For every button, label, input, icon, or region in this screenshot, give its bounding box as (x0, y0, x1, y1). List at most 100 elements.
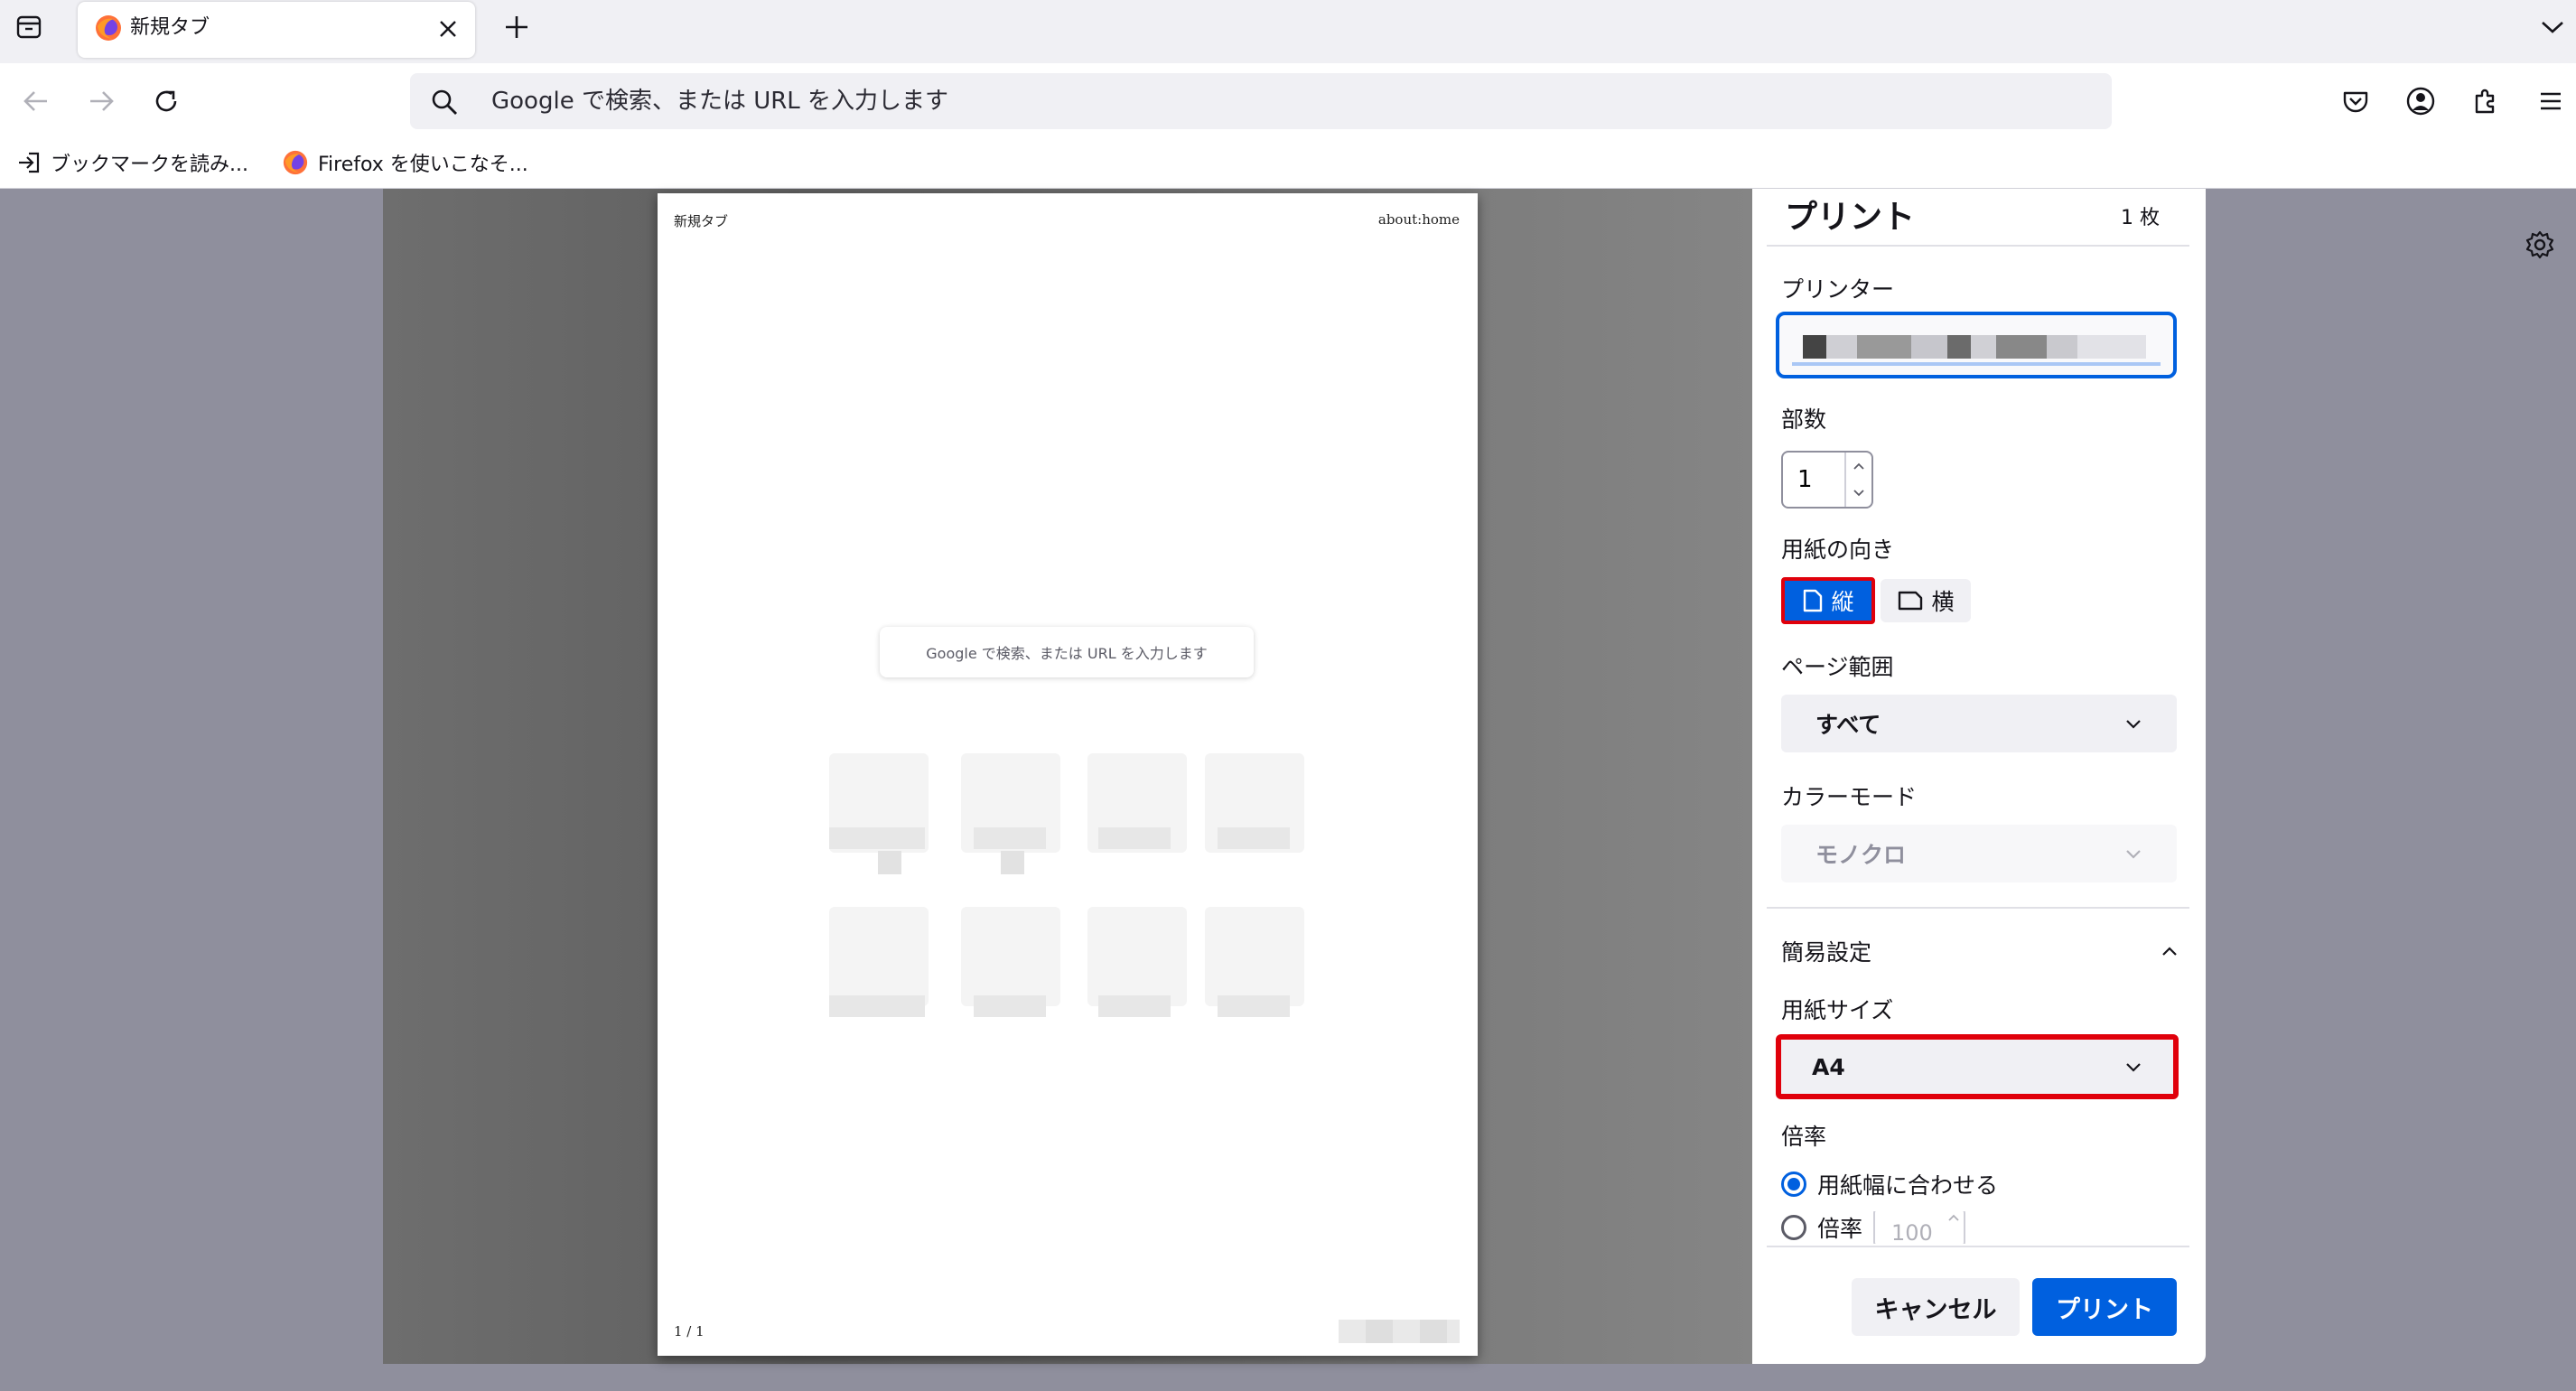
portrait-page-icon (1804, 589, 1823, 612)
app-menu-button[interactable] (2527, 78, 2574, 125)
plus-icon (506, 16, 527, 38)
print-settings-gear[interactable] (2520, 225, 2560, 265)
printer-name-redacted (1803, 335, 2146, 359)
fit-width-label: 用紙幅に合わせる (1817, 1172, 1999, 1199)
reload-button[interactable] (143, 78, 190, 125)
print-settings-panel: プリント 1 枚 プリンター 部数 用紙の向き 縦 (1752, 189, 2206, 1364)
fit-width-radio[interactable] (1781, 1172, 1806, 1197)
copies-spin-buttons[interactable] (1844, 453, 1871, 507)
color-mode-value: モノクロ (1815, 842, 1907, 868)
bookmark-label: ブックマークを読み... (51, 154, 248, 176)
bookmark-firefox-guide[interactable]: Firefox を使いこなそ... (276, 146, 534, 179)
url-input[interactable] (491, 82, 2027, 120)
print-preview-content: 新規タブ about:home Google で検索、または URL を入力しま… (0, 189, 2576, 1391)
account-button[interactable] (2397, 78, 2444, 125)
preview-search-box: Google で検索、または URL を入力します (880, 627, 1254, 677)
landscape-page-icon (1899, 591, 1923, 611)
page-header-url: about:home (1377, 211, 1460, 228)
simple-settings-toggle[interactable]: 簡易設定 (1781, 935, 2179, 967)
preview-shortcut-label (1218, 995, 1290, 1017)
preview-shortcut-label (974, 995, 1046, 1017)
page-footer-date (1339, 1320, 1460, 1343)
preview-shortcut-label (974, 827, 1046, 849)
tab-strip: 新規タブ (0, 0, 2576, 63)
page-range-label: ページ範囲 (1781, 654, 1894, 680)
arrow-left-icon (23, 91, 47, 111)
extensions-button[interactable] (2462, 78, 2509, 125)
import-icon (19, 152, 40, 173)
close-icon (440, 21, 456, 37)
divider (1767, 245, 2189, 247)
page-range-select[interactable]: すべて (1781, 695, 2177, 752)
bookmarks-toolbar: ブックマークを読み... Firefox を使いこなそ... (0, 139, 2576, 189)
page-footer-number: 1 / 1 (674, 1323, 705, 1340)
paper-size-label: 用紙サイズ (1781, 997, 1894, 1023)
preview-shortcut-detail (1001, 851, 1024, 874)
copies-label: 部数 (1781, 406, 1827, 433)
search-icon (430, 88, 459, 117)
chevron-up-icon (1948, 1214, 1959, 1221)
copies-increment-button[interactable] (1846, 453, 1871, 480)
bookmark-import[interactable]: ブックマークを読み... (11, 146, 254, 179)
tab-new-tab[interactable]: 新規タブ (78, 2, 475, 58)
portrait-label: 縦 (1831, 589, 1854, 615)
tab-close-button[interactable] (432, 13, 464, 45)
preview-shortcut-tile (829, 907, 929, 1006)
print-title: プリント (1785, 199, 1916, 236)
printer-label: プリンター (1781, 276, 1895, 303)
radio-selected-dot (1787, 1178, 1800, 1190)
paper-size-value: A4 (1812, 1053, 1845, 1080)
preview-shortcut-label (1098, 995, 1171, 1017)
print-button[interactable]: プリント (2032, 1278, 2177, 1336)
chevron-down-icon (1853, 490, 1864, 497)
custom-scale-option[interactable]: 倍率 100 (1781, 1211, 1966, 1244)
portrait-button[interactable]: 縦 (1781, 577, 1875, 624)
landscape-label: 横 (1931, 589, 1955, 615)
new-tab-button[interactable] (499, 9, 535, 45)
sheet-count: 1 枚 (2121, 207, 2160, 229)
cancel-button[interactable]: キャンセル (1852, 1278, 2020, 1336)
tab-manager-button[interactable] (11, 9, 47, 45)
chevron-up-icon (1853, 462, 1864, 470)
chevron-down-icon (2542, 22, 2563, 33)
fit-width-option[interactable]: 用紙幅に合わせる (1781, 1168, 1998, 1200)
copies-stepper[interactable] (1781, 451, 1873, 509)
preview-shortcut-label (829, 827, 925, 849)
firefox-icon (94, 14, 123, 42)
printer-focus-underline (1792, 362, 2161, 366)
preview-shortcut-detail (878, 851, 901, 874)
list-all-tabs-button[interactable] (2534, 9, 2571, 45)
simple-settings-label: 簡易設定 (1781, 939, 1872, 966)
custom-scale-radio[interactable] (1781, 1215, 1806, 1240)
puzzle-icon (2475, 89, 2495, 114)
chevron-up-icon (2162, 947, 2177, 956)
copies-decrement-button[interactable] (1846, 480, 1871, 507)
tab-title: 新規タブ (130, 16, 210, 39)
chevron-down-icon (2126, 850, 2141, 859)
copies-input[interactable] (1797, 462, 1852, 498)
arrow-right-icon (90, 91, 114, 111)
chevron-down-icon (2126, 720, 2141, 729)
preview-shortcut-label (829, 995, 925, 1017)
url-bar[interactable] (410, 73, 2112, 129)
preview-shortcut-tile (1087, 907, 1187, 1006)
color-mode-select[interactable]: モノクロ (1781, 825, 2177, 882)
preview-page: 新規タブ about:home Google で検索、または URL を入力しま… (658, 193, 1478, 1356)
forward-button[interactable] (78, 78, 125, 125)
preview-shortcut-label (1218, 827, 1290, 849)
page-header-title: 新規タブ (674, 213, 729, 229)
scale-input[interactable]: 100 (1873, 1211, 1966, 1244)
printer-select[interactable] (1776, 312, 2177, 378)
scale-label: 倍率 (1781, 1124, 1827, 1150)
landscape-button[interactable]: 横 (1881, 579, 1971, 622)
pocket-icon (2343, 91, 2368, 113)
firefox-icon (283, 150, 308, 175)
back-button[interactable] (13, 78, 60, 125)
navigation-toolbar (0, 63, 2576, 139)
hamburger-menu-icon (2541, 92, 2561, 110)
preview-shortcut-label (1098, 827, 1171, 849)
account-icon (2406, 87, 2435, 116)
preview-shortcut-tile (961, 907, 1060, 1006)
pocket-button[interactable] (2332, 78, 2379, 125)
paper-size-select[interactable]: A4 (1776, 1034, 2179, 1099)
